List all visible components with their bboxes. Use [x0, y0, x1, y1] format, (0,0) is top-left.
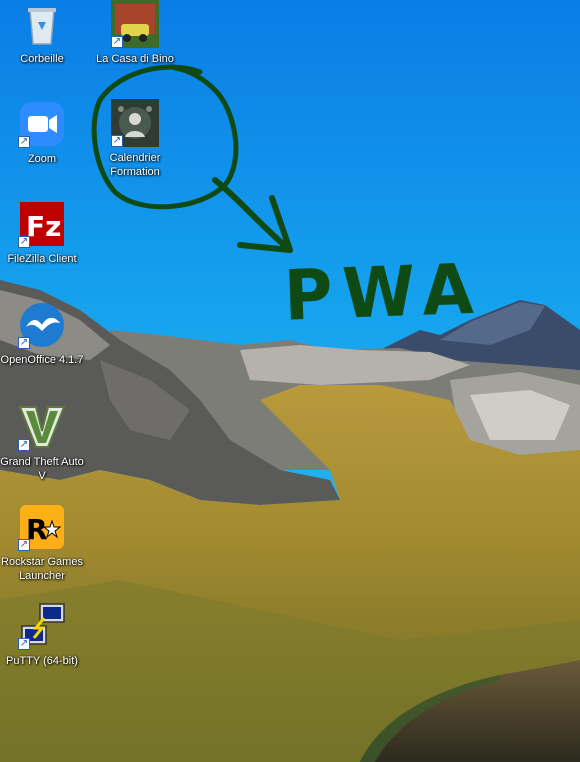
shortcut-arrow-icon: ↗ [18, 236, 30, 248]
shortcut-arrow-icon: ↗ [18, 638, 30, 650]
desktop-icon-label: PuTTY (64-bit) [6, 655, 78, 667]
shortcut-arrow-icon: ↗ [18, 539, 30, 551]
desktop-icon-zoom[interactable]: ↗ Zoom [0, 100, 84, 166]
desktop-icon-gta-v[interactable]: ↗ Grand Theft Auto V [0, 403, 84, 483]
desktop-icon-label: Rockstar Games Launcher [1, 556, 83, 582]
desktop-icon-label: FileZilla Client [7, 253, 77, 265]
game-cover-icon: ↗ [111, 0, 159, 48]
desktop-icon-label: OpenOffice 4.1.7 [0, 354, 84, 366]
desktop-icon-calendrier-formation[interactable]: ↗ Calendrier Formation [93, 99, 177, 179]
desktop-icon-filezilla[interactable]: Fz ↗ FileZilla Client [0, 200, 84, 266]
desktop-icon-openoffice[interactable]: ↗ OpenOffice 4.1.7 [0, 301, 84, 367]
rockstar-icon: R ↗ [18, 503, 66, 551]
desktop-icon-label: La Casa di Bino [96, 53, 174, 65]
shortcut-arrow-icon: ↗ [111, 36, 123, 48]
desktop-icon-recycle-bin[interactable]: Corbeille [0, 0, 84, 66]
annotation-text: PWA [282, 248, 485, 337]
shortcut-arrow-icon: ↗ [18, 439, 30, 451]
video-camera-icon: ↗ [18, 100, 66, 148]
recycle-bin-icon [18, 0, 66, 48]
desktop-icon-la-casa-di-bino[interactable]: ↗ La Casa di Bino [93, 0, 177, 66]
openoffice-gull-icon: ↗ [18, 301, 66, 349]
desktop-icon-label: Calendrier Formation [109, 152, 161, 178]
calendar-app-icon: ↗ [111, 99, 159, 147]
svg-text:Fz: Fz [26, 210, 61, 243]
gta-v-icon: ↗ [18, 403, 66, 451]
desktop-icon-label: Corbeille [20, 53, 64, 65]
desktop-icon-rockstar-launcher[interactable]: R ↗ Rockstar Games Launcher [0, 503, 84, 583]
putty-terminal-icon: ↗ [18, 602, 66, 650]
desktop-wallpaper [0, 0, 580, 762]
filezilla-icon: Fz ↗ [18, 200, 66, 248]
shortcut-arrow-icon: ↗ [111, 135, 123, 147]
desktop-icon-label: Zoom [27, 153, 57, 165]
shortcut-arrow-icon: ↗ [18, 337, 30, 349]
desktop-icon-putty[interactable]: ↗ PuTTY (64-bit) [0, 602, 84, 668]
desktop-icon-label: Grand Theft Auto V [0, 456, 84, 482]
shortcut-arrow-icon: ↗ [18, 136, 30, 148]
